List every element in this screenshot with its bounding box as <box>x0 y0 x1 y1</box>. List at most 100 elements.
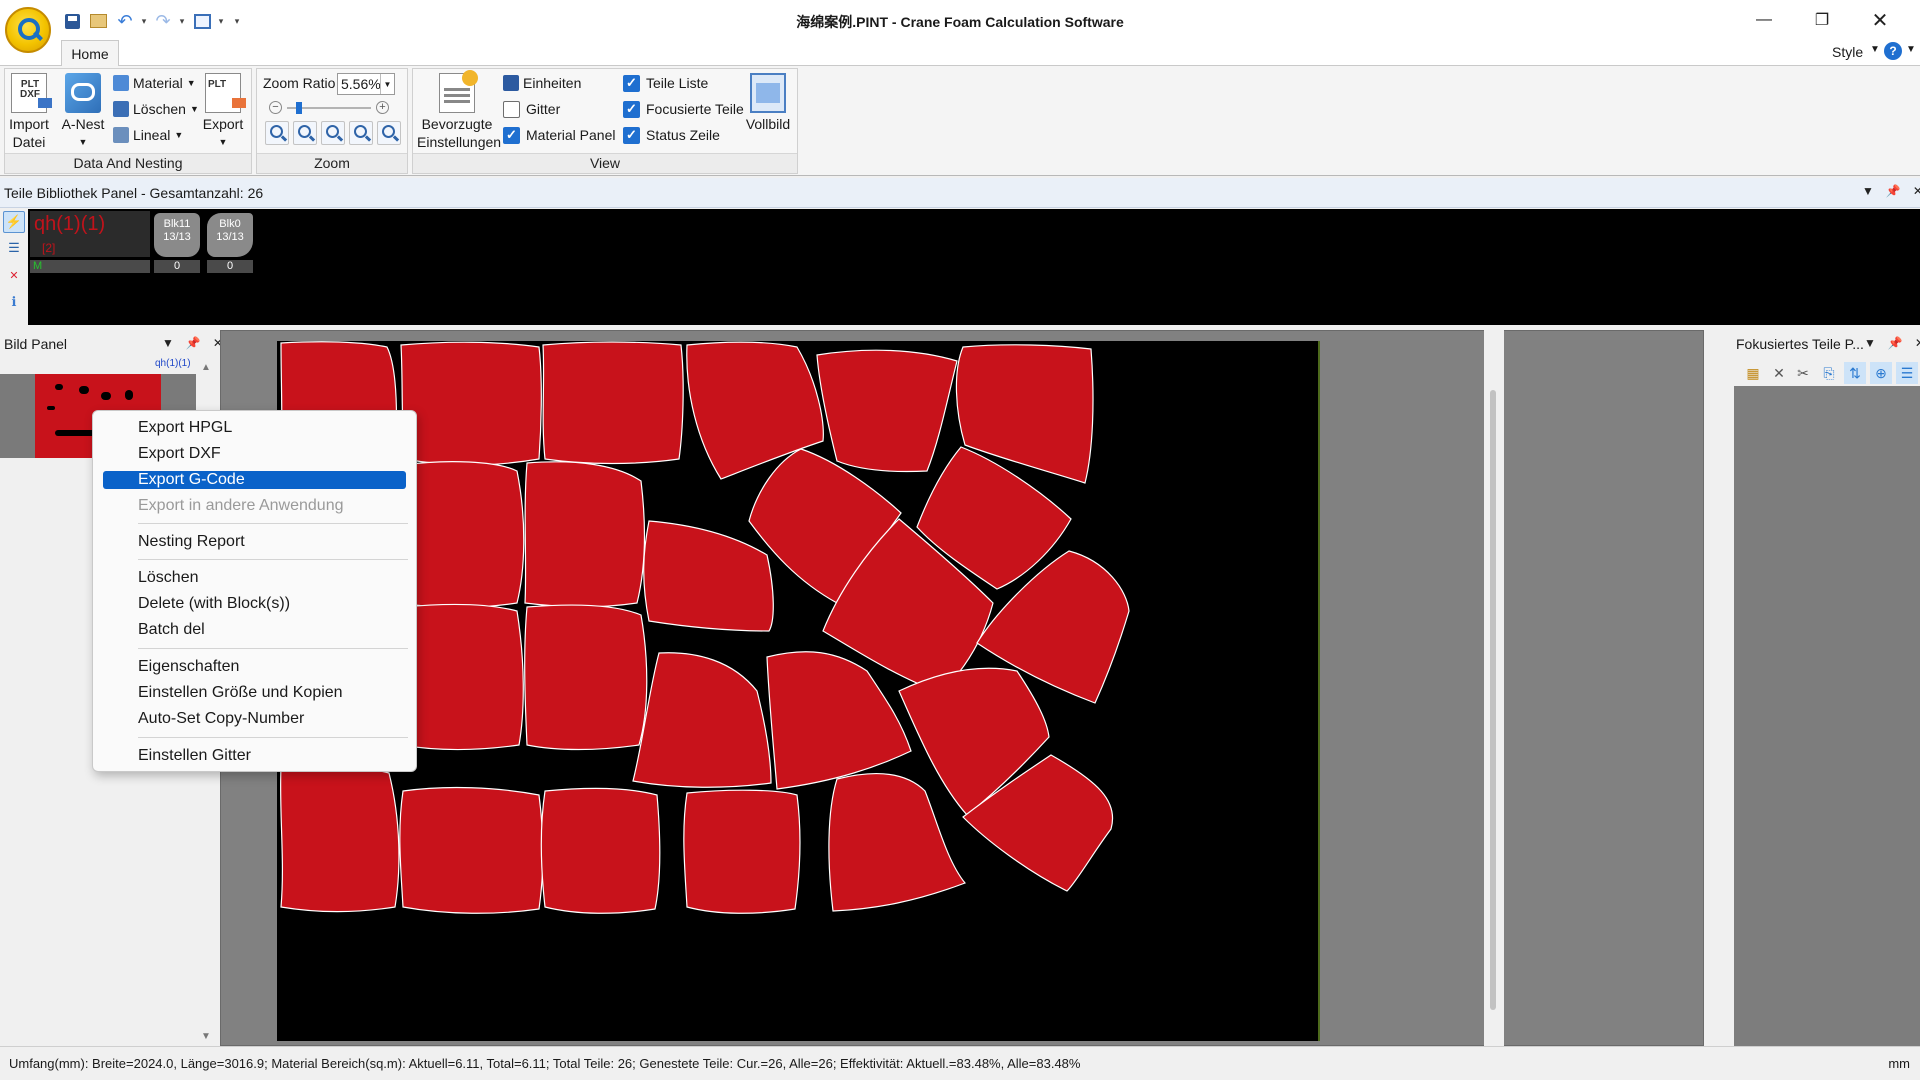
nesting-canvas[interactable] <box>220 330 1704 1046</box>
menu-item-loeschen[interactable]: Löschen <box>103 569 406 587</box>
edit-part-icon[interactable]: ⎘ <box>1818 362 1840 384</box>
menu-item-batch-del[interactable]: Batch del <box>103 621 406 639</box>
add-part-icon[interactable]: ▦ <box>1742 362 1764 384</box>
menu-item-nesting-report[interactable]: Nesting Report <box>103 533 406 551</box>
nested-parts <box>279 341 1130 914</box>
gitter-checkbox[interactable]: Gitter <box>503 99 560 119</box>
minimize-button[interactable]: — <box>1735 0 1793 40</box>
panel-dropdown-icon[interactable]: ▼ <box>162 336 174 350</box>
focusierte-teile-checkbox-box[interactable]: ✓ <box>623 100 640 118</box>
import-label: Import <box>9 116 49 132</box>
library-panel-title: Teile Bibliothek Panel - Gesamtanzahl: 2… <box>4 185 264 201</box>
preferences-label-2: Einstellungen <box>417 134 502 150</box>
zoom-out-small-icon[interactable]: − <box>269 101 282 114</box>
app-logo-icon[interactable] <box>5 7 51 53</box>
nested-part <box>400 341 542 466</box>
material-panel-checkbox-box[interactable]: ✓ <box>503 126 520 144</box>
menu-item-delete-with-blocks[interactable]: Delete (with Block(s)) <box>103 595 406 613</box>
block-name: Blk11 <box>163 218 191 230</box>
vollbild-button[interactable]: Vollbild <box>743 73 793 133</box>
import-file-icon: PLT DXF <box>11 73 52 113</box>
export-dropdown-icon: ▼ <box>218 137 228 147</box>
scroll-up-icon[interactable]: ▲ <box>201 362 211 373</box>
menu-item-einstellen-groesse[interactable]: Einstellen Größe und Kopien <box>103 684 406 702</box>
zoom-slider[interactable]: − + <box>269 101 389 117</box>
menu-item-auto-set-copy-number[interactable]: Auto-Set Copy-Number <box>103 710 406 728</box>
teile-liste-checkbox[interactable]: ✓ Teile Liste <box>623 73 708 93</box>
focusierte-teile-checkbox[interactable]: ✓ Focusierte Teile <box>623 99 744 119</box>
zoom-fit-icon[interactable] <box>321 121 345 145</box>
block-item[interactable]: Blk11 13/13 <box>154 213 200 257</box>
remove-icon[interactable]: ✕ <box>3 264 25 286</box>
close-icon[interactable]: ✕ <box>1915 336 1920 350</box>
preferences-button[interactable]: Bevorzugte Einstellungen <box>417 70 502 151</box>
material-button[interactable]: Material ▼ <box>113 73 196 93</box>
info-icon[interactable]: ℹ <box>3 291 25 313</box>
pin-icon[interactable]: 📌 <box>186 336 201 350</box>
zoom-slider-thumb[interactable] <box>296 102 303 114</box>
einheiten-label: Einheiten <box>523 75 582 91</box>
zoom-in-small-icon[interactable]: + <box>376 101 389 114</box>
a-nest-button[interactable]: A-Nest ▼ <box>59 73 107 151</box>
close-button[interactable]: ✕ <box>1851 0 1909 40</box>
style-dropdown-icon[interactable]: ▼ <box>1870 44 1880 55</box>
pin-icon[interactable]: 📌 <box>1888 336 1903 350</box>
zoom-in-icon[interactable] <box>265 121 289 145</box>
teile-liste-label: Teile Liste <box>646 75 709 91</box>
pin-icon[interactable]: 📌 <box>1886 184 1901 198</box>
help-icon[interactable]: ? <box>1884 42 1902 60</box>
close-icon[interactable]: ✕ <box>1913 184 1920 198</box>
scroll-down-icon[interactable]: ▼ <box>201 1031 211 1042</box>
library-part-item[interactable]: qh(1)(1) [2] <box>30 211 150 257</box>
status-zeile-checkbox[interactable]: ✓ Status Zeile <box>623 125 720 145</box>
tab-home[interactable]: Home <box>61 40 119 67</box>
focusierte-teile-label: Focusierte Teile <box>646 101 744 117</box>
scrollbar-thumb[interactable] <box>1490 390 1496 1010</box>
menu-item-export-dxf[interactable]: Export DXF <box>103 445 406 463</box>
delete-part-icon[interactable]: ✕ <box>1768 362 1790 384</box>
zoom-out-icon[interactable] <box>293 121 317 145</box>
sort-part-icon[interactable]: ⇅ <box>1844 362 1866 384</box>
status-zeile-checkbox-box[interactable]: ✓ <box>623 126 640 144</box>
panel-dropdown-icon[interactable]: ▼ <box>1862 184 1874 198</box>
library-part-name: qh(1)(1) <box>34 213 106 235</box>
zoom-ratio-select[interactable]: 5.56% ▼ <box>337 73 395 95</box>
maximize-button[interactable]: ❐ <box>1793 0 1851 40</box>
style-menu[interactable]: Style <box>1832 44 1863 60</box>
help-dropdown-icon[interactable]: ▼ <box>1906 44 1916 55</box>
lightning-icon[interactable]: ⚡ <box>3 211 25 233</box>
zoom-part-icon[interactable]: ⊕ <box>1870 362 1892 384</box>
window-title: 海绵案例.PINT - Crane Foam Calculation Softw… <box>796 14 1124 30</box>
menu-item-export-g-code[interactable]: Export G-Code <box>103 471 406 489</box>
fullscreen-icon <box>750 73 786 113</box>
teile-liste-checkbox-box[interactable]: ✓ <box>623 74 640 92</box>
material-sheet[interactable] <box>277 341 1320 1041</box>
canvas-scrollbar[interactable] <box>1484 330 1504 1046</box>
cut-part-icon[interactable]: ✂ <box>1792 362 1814 384</box>
loeschen-button[interactable]: Löschen ▼ <box>113 99 199 119</box>
panel-dropdown-icon[interactable]: ▼ <box>1864 336 1876 350</box>
group-label-data: Data And Nesting <box>5 153 251 173</box>
zoom-ratio-dropdown-icon[interactable]: ▼ <box>380 74 394 94</box>
block-ratio: 13/13 <box>216 231 244 243</box>
block-item[interactable]: Blk0 13/13 <box>207 213 253 257</box>
material-label: Material <box>133 75 183 91</box>
zoom-window-icon[interactable] <box>349 121 373 145</box>
menu-separator <box>138 559 408 560</box>
einheiten-button[interactable]: Einheiten <box>503 73 581 93</box>
export-icon: PLT <box>205 73 246 113</box>
material-panel-checkbox[interactable]: ✓ Material Panel <box>503 125 616 145</box>
export-button[interactable]: PLT Export ▼ <box>201 73 246 151</box>
zoom-all-icon[interactable] <box>377 121 401 145</box>
lineal-button[interactable]: Lineal ▼ <box>113 125 183 145</box>
view-part-icon[interactable]: ☰ <box>1896 362 1918 384</box>
gitter-checkbox-box[interactable] <box>503 100 520 118</box>
menu-item-export-hpgl[interactable]: Export HPGL <box>103 419 406 437</box>
library-panel-controls: ▼ 📌 ✕ <box>1862 184 1920 198</box>
menu-item-einstellen-gitter[interactable]: Einstellen Gitter <box>103 747 406 765</box>
list-icon[interactable]: ☰ <box>3 237 25 259</box>
nested-part <box>540 787 661 914</box>
focus-panel-toolbar: ▦ ✕ ✂ ⎘ ⇅ ⊕ ☰ <box>1734 360 1920 386</box>
bild-panel-header: Bild Panel ▼ 📌 ✕ <box>0 330 223 358</box>
menu-item-eigenschaften[interactable]: Eigenschaften <box>103 658 406 676</box>
